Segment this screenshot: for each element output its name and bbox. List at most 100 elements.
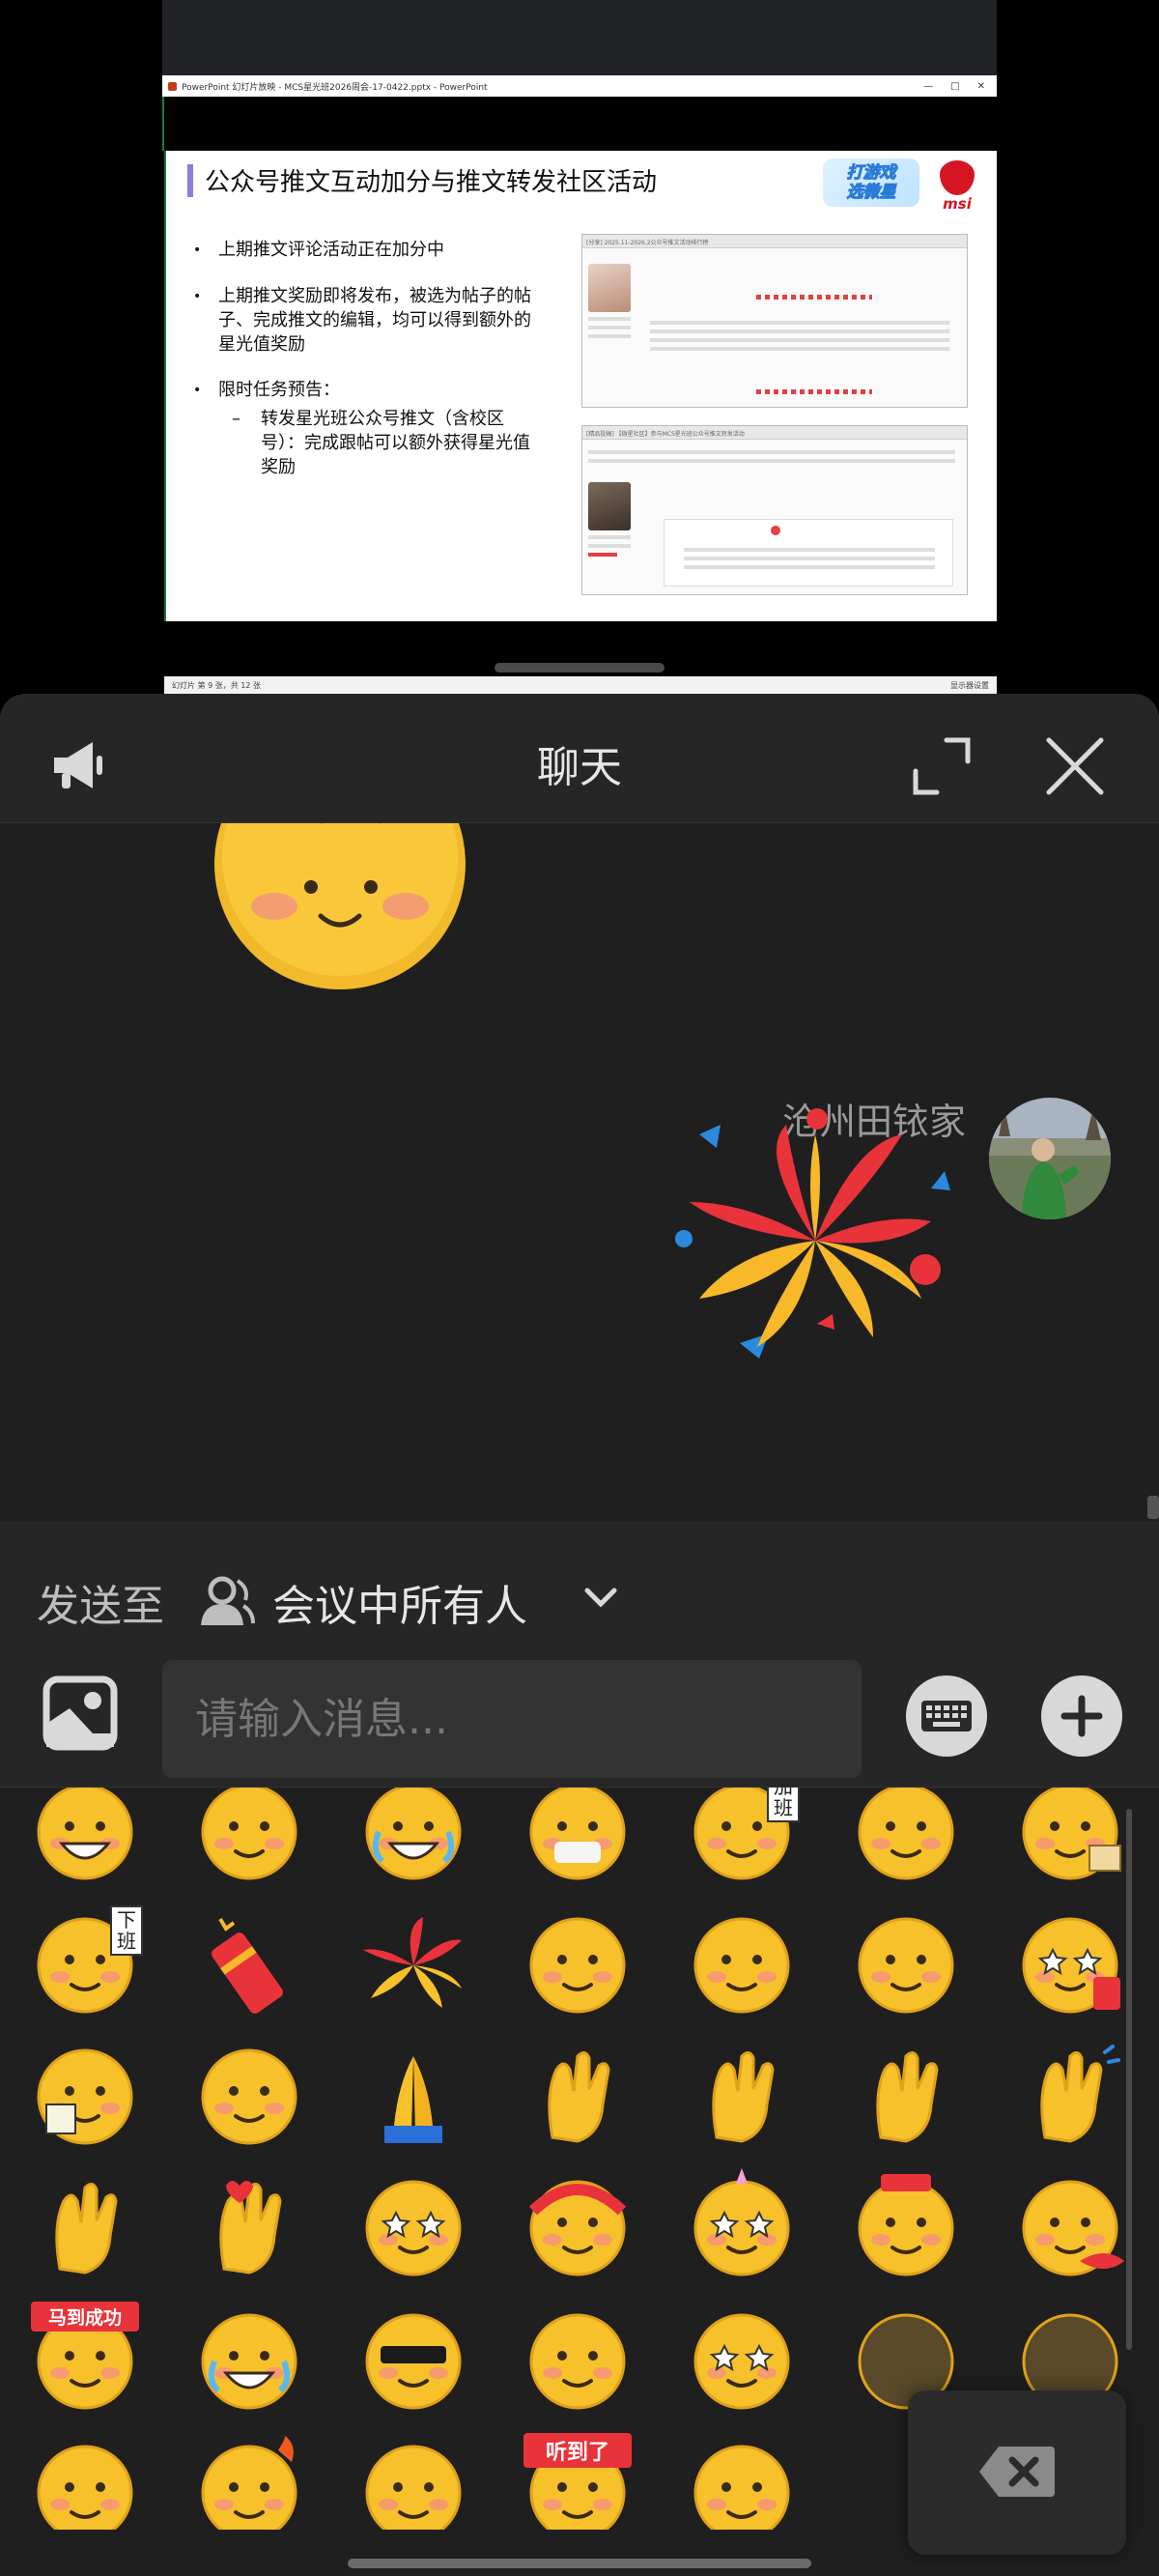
pray-emoji[interactable] <box>355 2037 471 2153</box>
backspace-button[interactable] <box>908 2390 1126 2555</box>
pray-icon <box>384 2056 442 2143</box>
emoji-scrollbar[interactable] <box>1126 1809 1132 2350</box>
image-icon[interactable] <box>42 1675 118 1751</box>
emoji-panel: 加班下班马到成功听到了 <box>0 1788 1159 2576</box>
sub-bullet: – 转发星光班公众号推文（含校区号）：完成跟帖可以额外获得星光值奖励 <box>232 407 541 479</box>
angry-fire-emoji[interactable] <box>191 2433 307 2530</box>
msi-shield-icon <box>940 160 975 195</box>
plus-icon <box>1060 1695 1103 1737</box>
angry-fire-icon <box>201 2435 297 2530</box>
tears-of-joy-emoji[interactable] <box>355 1788 471 1888</box>
smirk-icon <box>529 2313 626 2410</box>
person-icon <box>201 1576 255 1625</box>
sender-avatar[interactable] <box>989 1098 1111 1219</box>
keyboard-button[interactable] <box>906 1675 987 1757</box>
bullet-item: • 上期推文评论活动正在加分中 <box>193 238 541 263</box>
gold-ingot-emoji[interactable] <box>355 2168 471 2284</box>
tears-of-joy-icon <box>365 1788 462 1880</box>
wink-emoji[interactable] <box>27 2433 143 2530</box>
read-note-icon <box>37 2048 133 2145</box>
ppt-window-title: PowerPoint 幻灯片放映 - MCS星光班2026周会-17-0422.… <box>182 82 488 93</box>
backspace-icon <box>979 2447 1055 2497</box>
msi-logo: msi <box>935 160 979 215</box>
firecracker-emoji[interactable] <box>191 1905 307 2021</box>
tired-book-emoji[interactable] <box>1012 1788 1128 1888</box>
fortune-god-emoji[interactable] <box>848 2168 964 2284</box>
starry-eyes-redpacket-emoji[interactable] <box>1012 1905 1128 2021</box>
sticker-badge-text: 听到了 <box>523 2433 632 2468</box>
starry-eyes-redpacket-icon <box>1022 1917 1120 2014</box>
keyboard-icon <box>921 1701 972 1732</box>
sparkle-emoji[interactable] <box>191 2037 307 2153</box>
crying-emoji[interactable] <box>191 2302 307 2418</box>
thumbs-up-emoji[interactable] <box>684 2037 800 2153</box>
forum-screenshot-1: [分享] 2025.11-2026.2公众号推文活动排行榜 <box>581 234 968 408</box>
fireworks-icon <box>363 1917 462 2008</box>
cool-sunglasses-emoji[interactable] <box>355 2302 471 2418</box>
overtime-emoji[interactable]: 加班 <box>684 1788 800 1888</box>
clap-emoji[interactable] <box>1012 2037 1128 2153</box>
mask-icon <box>529 1788 626 1880</box>
mask-emoji[interactable] <box>520 1788 636 1888</box>
ok-hand-icon <box>876 2051 939 2143</box>
send-to-target[interactable]: 会议中所有人 <box>272 1571 527 1633</box>
pat-head-emoji[interactable] <box>848 1788 964 1888</box>
message-list[interactable]: 沧州田铱家 <box>0 823 1159 1521</box>
bullet-item: • 限时任务预告： – 转发星光班公众号推文（含校区号）：完成跟帖可以额外获得星… <box>193 378 541 479</box>
slide-title-accent <box>187 164 193 197</box>
home-indicator[interactable] <box>348 2559 811 2568</box>
handshake-emoji[interactable] <box>27 2168 143 2284</box>
close-window-icon: ✕ <box>976 80 985 92</box>
head-pain-emoji[interactable] <box>684 1905 800 2021</box>
app-root: PowerPoint 幻灯片放映 - MCS星光班2026周会-17-0422.… <box>0 0 1159 2576</box>
smirk-emoji[interactable] <box>520 2302 636 2418</box>
chevron-down-icon[interactable] <box>583 1587 618 1610</box>
plus-button[interactable] <box>1041 1675 1122 1757</box>
unicorn-emoji[interactable] <box>684 2168 800 2284</box>
finger-heart-emoji[interactable] <box>191 2168 307 2284</box>
shy-icon <box>858 1917 954 2014</box>
crying-icon <box>201 2313 297 2410</box>
raised-hand-emoji[interactable] <box>520 2037 636 2153</box>
grin-emoji[interactable] <box>27 1788 143 1888</box>
lion-dance-emoji[interactable] <box>520 2168 636 2284</box>
unicorn-icon <box>693 2168 790 2276</box>
shared-screen[interactable]: PowerPoint 幻灯片放映 - MCS星光班2026周会-17-0422.… <box>0 0 1159 694</box>
lion-dance-icon <box>528 2180 627 2276</box>
fish-emoji[interactable] <box>1012 2168 1128 2284</box>
ok-hand-emoji[interactable] <box>848 2037 964 2153</box>
grin-icon <box>37 1788 133 1880</box>
cover-mouth-laugh-emoji[interactable] <box>191 1788 307 1888</box>
message-scroll-thumb[interactable] <box>1147 1496 1159 1519</box>
heard-banner-emoji[interactable]: 听到了 <box>520 2433 636 2530</box>
panel-drag-handle[interactable] <box>495 663 664 673</box>
excited-emoji[interactable] <box>684 2302 800 2418</box>
peek-emoji[interactable] <box>355 2433 471 2530</box>
send-to-row[interactable]: 发送至 会议中所有人 <box>0 1521 1159 1656</box>
shy-emoji[interactable] <box>848 1905 964 2021</box>
forum-avatar <box>588 264 631 312</box>
sticker-smile-message <box>214 823 466 989</box>
window-controls: — □ ✕ <box>923 81 985 92</box>
expand-icon[interactable] <box>908 732 975 800</box>
message-input[interactable] <box>162 1660 862 1778</box>
slide-counter: 幻灯片 第 9 张，共 12 张 <box>172 680 261 690</box>
cover-mouth-laugh-icon <box>201 1788 297 1880</box>
sticker-badge-text: 下班 <box>110 1905 143 1956</box>
powerpoint-icon <box>168 81 177 91</box>
chat-panel: 聊天 沧州田铱家 发送至 会议中所有人 请输入消息... 班 下班 马到成功 听… <box>0 694 1159 2576</box>
close-icon[interactable] <box>1041 732 1109 800</box>
off-work-emoji[interactable]: 下班 <box>27 1905 143 2021</box>
peek-icon <box>365 2445 462 2530</box>
clap-icon <box>1040 2045 1120 2143</box>
thumbs-up-icon <box>712 2051 775 2143</box>
maximize-icon: □ <box>950 80 960 92</box>
finger-heart-icon <box>219 2181 282 2275</box>
success-banner-emoji[interactable]: 马到成功 <box>27 2302 143 2418</box>
pat-head-icon <box>858 1788 954 1880</box>
facepalm-emoji[interactable] <box>520 1905 636 2021</box>
fireworks-emoji[interactable] <box>355 1905 471 2021</box>
game-logo-line1: 打游戏 <box>846 163 896 184</box>
yellow-black-emoji[interactable] <box>684 2433 800 2530</box>
read-note-emoji[interactable] <box>27 2037 143 2153</box>
